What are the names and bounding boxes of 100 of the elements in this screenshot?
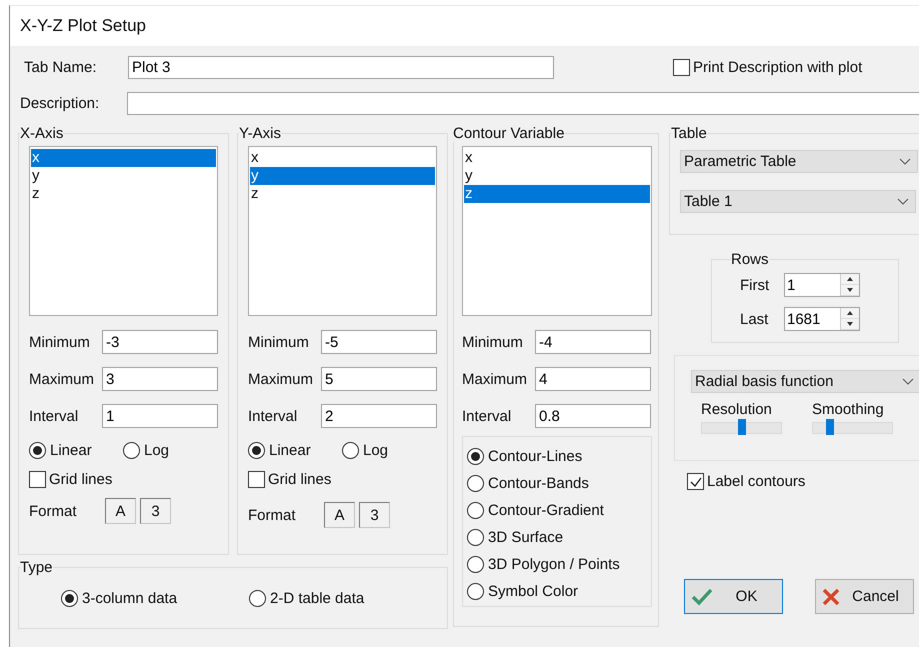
- list-item[interactable]: y: [250, 167, 435, 185]
- value-field[interactable]: 0.8: [535, 404, 651, 428]
- chevron-down-icon: [902, 378, 914, 385]
- print-description-label: Print Description with plot: [693, 59, 862, 76]
- group-title: Table: [671, 125, 707, 142]
- radio-button[interactable]: [467, 475, 484, 492]
- value-field[interactable]: 4: [535, 367, 651, 391]
- format-button[interactable]: A: [105, 498, 136, 524]
- grid-lines-checkbox[interactable]: [248, 471, 265, 488]
- list-item[interactable]: z: [250, 185, 435, 203]
- print-description-checkbox[interactable]: [673, 59, 690, 76]
- list-item[interactable]: x: [31, 149, 216, 167]
- value-field[interactable]: -5: [321, 330, 437, 354]
- cancel-button[interactable]: Cancel: [815, 579, 914, 614]
- radio-label: Log: [144, 442, 170, 459]
- field-label: Minimum: [248, 334, 310, 350]
- radio-button[interactable]: [342, 442, 359, 459]
- field-label: Interval: [462, 408, 512, 424]
- description-label: Description:: [20, 94, 100, 112]
- chevron-down-icon: [899, 158, 911, 165]
- list-item[interactable]: z: [464, 185, 650, 203]
- slider-track[interactable]: [812, 422, 893, 434]
- radio-label: Symbol Color: [488, 583, 578, 600]
- radio-button[interactable]: [467, 556, 484, 573]
- checkmark-icon: [691, 588, 713, 606]
- grid-lines-label: Grid lines: [49, 471, 112, 488]
- slider-thumb[interactable]: [826, 419, 834, 435]
- field-label: Maximum: [29, 370, 96, 388]
- radio-button[interactable]: [29, 442, 46, 459]
- description-field[interactable]: [127, 92, 919, 114]
- grid-lines-label: Grid lines: [268, 471, 332, 488]
- triangle-up-icon: [847, 277, 853, 281]
- spin-up-button[interactable]: [841, 308, 859, 319]
- spin-down-button[interactable]: [841, 319, 859, 330]
- value-field[interactable]: 2: [321, 404, 437, 428]
- radio-label: Contour-Gradient: [488, 502, 604, 519]
- tab-name-field[interactable]: Plot 3: [128, 56, 554, 79]
- value-field[interactable]: 5: [321, 367, 437, 391]
- list-item[interactable]: y: [464, 167, 650, 185]
- table-dropdown[interactable]: Table 1: [680, 190, 916, 213]
- slider-track[interactable]: [701, 422, 782, 434]
- triangle-up-icon: [847, 311, 853, 315]
- list-item[interactable]: y: [31, 167, 216, 185]
- radio-button[interactable]: [467, 502, 484, 519]
- radio-label: Linear: [50, 442, 92, 459]
- triangle-down-icon: [847, 288, 853, 292]
- spin-box[interactable]: 1681: [784, 307, 860, 331]
- group-title: Type: [20, 559, 53, 576]
- slider-label: Resolution: [701, 401, 773, 418]
- chevron-down-icon: [897, 198, 909, 205]
- value-field[interactable]: 1: [102, 404, 218, 428]
- grid-lines-checkbox[interactable]: [29, 471, 46, 488]
- window-title: X-Y-Z Plot Setup: [20, 16, 146, 36]
- list-item[interactable]: x: [464, 149, 650, 167]
- radio-label: Linear: [269, 442, 311, 459]
- radio-label: 3D Polygon / Points: [488, 556, 620, 573]
- radio-label: 3D Surface: [488, 529, 564, 546]
- spin-down-button[interactable]: [841, 285, 859, 296]
- field-label: Minimum: [29, 334, 91, 350]
- radio-label: Log: [363, 442, 388, 459]
- field-label: Maximum: [462, 370, 528, 388]
- field-label: First: [740, 276, 770, 294]
- field-label: Interval: [29, 408, 80, 424]
- label-contours-checkbox[interactable]: [687, 473, 704, 490]
- label-contours-label: Label contours: [707, 473, 806, 490]
- radio-button[interactable]: [61, 590, 78, 607]
- spin-up-button[interactable]: [841, 274, 859, 285]
- variable-list[interactable]: x y z: [248, 146, 437, 316]
- radio-button[interactable]: [467, 583, 484, 600]
- interpolation-dropdown[interactable]: Radial basis function: [691, 370, 919, 393]
- format-button[interactable]: 3: [359, 502, 390, 528]
- ok-button[interactable]: OK: [684, 579, 783, 614]
- field-label: Minimum: [462, 334, 524, 350]
- format-label: Format: [248, 506, 297, 524]
- format-button[interactable]: A: [324, 502, 355, 528]
- list-item[interactable]: x: [250, 149, 435, 167]
- radio-button[interactable]: [248, 442, 265, 459]
- group-title: X-Axis: [20, 125, 64, 142]
- variable-list[interactable]: x y z: [462, 146, 652, 316]
- group-title: Rows: [731, 251, 769, 268]
- radio-label: Contour-Lines: [488, 448, 582, 465]
- group-title: Contour Variable: [453, 125, 564, 142]
- field-label: Interval: [248, 408, 298, 424]
- slider-thumb[interactable]: [738, 419, 746, 435]
- value-field[interactable]: 3: [102, 367, 218, 391]
- format-button[interactable]: 3: [140, 498, 171, 524]
- spin-box[interactable]: 1: [784, 273, 860, 297]
- radio-button[interactable]: [467, 448, 484, 465]
- radio-label: 2-D table data: [270, 590, 364, 607]
- value-field[interactable]: -3: [102, 330, 218, 354]
- variable-list[interactable]: x y z: [29, 146, 218, 316]
- radio-button[interactable]: [123, 442, 140, 459]
- list-item[interactable]: z: [31, 185, 216, 203]
- triangle-down-icon: [847, 322, 853, 326]
- radio-label: 3-column data: [82, 590, 178, 607]
- radio-button[interactable]: [467, 529, 484, 546]
- field-label: Last: [740, 310, 770, 328]
- table-dropdown[interactable]: Parametric Table: [680, 150, 918, 173]
- value-field[interactable]: -4: [535, 330, 651, 354]
- radio-button[interactable]: [249, 590, 266, 607]
